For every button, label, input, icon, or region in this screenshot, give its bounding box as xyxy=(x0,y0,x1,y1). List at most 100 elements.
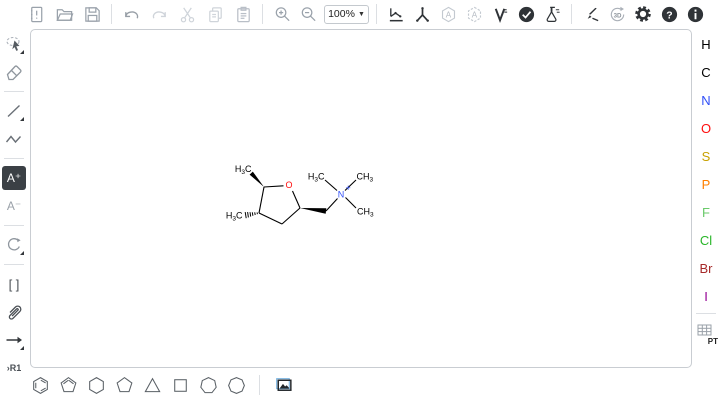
template-cyclooctane-button[interactable] xyxy=(224,373,248,397)
chain-button[interactable] xyxy=(2,127,26,151)
dearomatize-button[interactable]: A xyxy=(462,2,486,26)
atom-label-nitrogen[interactable]: N xyxy=(338,189,345,199)
element-N[interactable]: N xyxy=(694,86,718,114)
copy-button[interactable] xyxy=(203,2,227,26)
atom-label-ch3-n-lower-right[interactable]: CH3 xyxy=(357,207,374,219)
cyclopentadiene-icon xyxy=(58,375,79,396)
undo-button[interactable] xyxy=(119,2,143,26)
toolbar-divider xyxy=(4,158,24,159)
aromatize-button[interactable]: A xyxy=(436,2,460,26)
atom-label-ch3-ring-top[interactable]: H3C xyxy=(235,164,252,176)
redo-button[interactable] xyxy=(147,2,171,26)
file-group xyxy=(24,2,104,26)
paperclip-icon xyxy=(4,302,24,322)
template-benzene-button[interactable] xyxy=(28,373,52,397)
zoom-level-dropdown[interactable]: 100% ▼ xyxy=(324,5,369,24)
help-icon: ? xyxy=(660,5,679,24)
recognize-icon xyxy=(582,5,601,24)
molecule-editor-app: 100% ▼ xyxy=(0,0,720,400)
settings-button[interactable] xyxy=(631,2,655,26)
bond-single-button[interactable] xyxy=(2,99,26,123)
layout-button[interactable] xyxy=(384,2,408,26)
element-O[interactable]: O xyxy=(694,114,718,142)
periodic-table-button[interactable]: PT xyxy=(693,321,719,347)
recognize-button[interactable] xyxy=(579,2,603,26)
calculated-values-button[interactable] xyxy=(540,2,564,26)
element-C[interactable]: C xyxy=(694,58,718,86)
bond-o-c2 xyxy=(264,186,284,187)
help-button[interactable]: ? xyxy=(657,2,681,26)
template-cyclohexane-button[interactable] xyxy=(84,373,108,397)
clean-up-button[interactable] xyxy=(410,2,434,26)
wedge-up-c5-ch2 xyxy=(300,208,326,214)
element-P[interactable]: P xyxy=(694,170,718,198)
element-H[interactable]: H xyxy=(694,30,718,58)
toolbar-divider xyxy=(259,375,260,395)
cut-icon xyxy=(178,5,197,24)
drawing-canvas[interactable]: H3C O H3C N + H3C CH3 CH3 xyxy=(30,29,692,368)
open-icon xyxy=(55,5,74,24)
structure-group: A A xyxy=(384,2,564,26)
wedge-up-c2-ch3 xyxy=(250,172,264,187)
toolbar-divider xyxy=(4,225,24,226)
bond-c2-c3 xyxy=(259,187,264,213)
select-lasso-button[interactable] xyxy=(2,32,26,56)
template-cycloheptane-button[interactable] xyxy=(196,373,220,397)
template-cyclopentane-button[interactable] xyxy=(112,373,136,397)
about-icon xyxy=(686,5,705,24)
atom-palette: H C N O S P F Cl Br I PT xyxy=(692,30,720,347)
atom-label-ch3-ring-left[interactable]: H3C xyxy=(226,211,243,223)
element-I[interactable]: I xyxy=(694,282,718,310)
atom-charge-plus: + xyxy=(346,183,351,193)
element-F[interactable]: F xyxy=(694,198,718,226)
zoom-out-icon xyxy=(299,5,318,24)
charge-minus-button[interactable]: A⁻ xyxy=(2,194,26,218)
atom-label-ch3-n-upper-right[interactable]: CH3 xyxy=(357,172,374,184)
erase-button[interactable] xyxy=(2,60,26,84)
cyclobutane-icon xyxy=(170,375,191,396)
charge-plus-button[interactable]: A⁺ xyxy=(2,166,26,190)
template-library-button[interactable] xyxy=(271,373,295,397)
transform-rotate-button[interactable] xyxy=(2,233,26,257)
periodic-table-label: PT xyxy=(708,337,718,346)
clear-canvas-icon xyxy=(27,5,46,24)
calculate-cip-button[interactable] xyxy=(488,2,512,26)
molecule[interactable]: H3C O H3C N + H3C CH3 CH3 xyxy=(221,151,391,241)
sgroup-button[interactable]: [ ] xyxy=(2,272,26,296)
about-button[interactable] xyxy=(683,2,707,26)
open-button[interactable] xyxy=(52,2,76,26)
atom-label-ring-oxygen[interactable]: O xyxy=(285,180,292,190)
bond-c3-c4 xyxy=(259,213,282,224)
attach-button[interactable] xyxy=(2,300,26,324)
cut-button[interactable] xyxy=(175,2,199,26)
template-cyclopentadiene-button[interactable] xyxy=(56,373,80,397)
charge-minus-icon: A⁻ xyxy=(7,200,21,212)
toolbar-divider xyxy=(111,4,112,24)
cyclooctane-icon xyxy=(226,375,247,396)
template-cyclopropane-button[interactable] xyxy=(140,373,164,397)
cycloheptane-icon xyxy=(198,375,219,396)
reaction-arrow-button[interactable] xyxy=(2,328,26,352)
element-S[interactable]: S xyxy=(694,142,718,170)
zoom-in-button[interactable] xyxy=(270,2,294,26)
paste-button[interactable] xyxy=(231,2,255,26)
miew-3d-button[interactable]: 3D xyxy=(605,2,629,26)
element-Br[interactable]: Br xyxy=(694,254,718,282)
submenu-indicator xyxy=(20,117,24,121)
toolbar-divider xyxy=(4,264,24,265)
wedge-down-c3-ch3 xyxy=(245,212,257,218)
submenu-indicator xyxy=(20,346,24,350)
svg-text:A: A xyxy=(445,10,451,19)
cyclopentane-icon xyxy=(114,375,135,396)
miew-3d-icon: 3D xyxy=(608,5,627,24)
rgroup-button[interactable]: ›R1 xyxy=(2,356,26,380)
dropdown-arrow-icon: ▼ xyxy=(358,11,365,18)
zoom-out-button[interactable] xyxy=(296,2,320,26)
element-Cl[interactable]: Cl xyxy=(694,226,718,254)
check-structure-button[interactable] xyxy=(514,2,538,26)
atom-label-ch3-n-upper-left[interactable]: H3C xyxy=(308,172,325,184)
clear-canvas-button[interactable] xyxy=(24,2,48,26)
template-cyclobutane-button[interactable] xyxy=(168,373,192,397)
chain-icon xyxy=(4,129,24,149)
save-button[interactable] xyxy=(80,2,104,26)
